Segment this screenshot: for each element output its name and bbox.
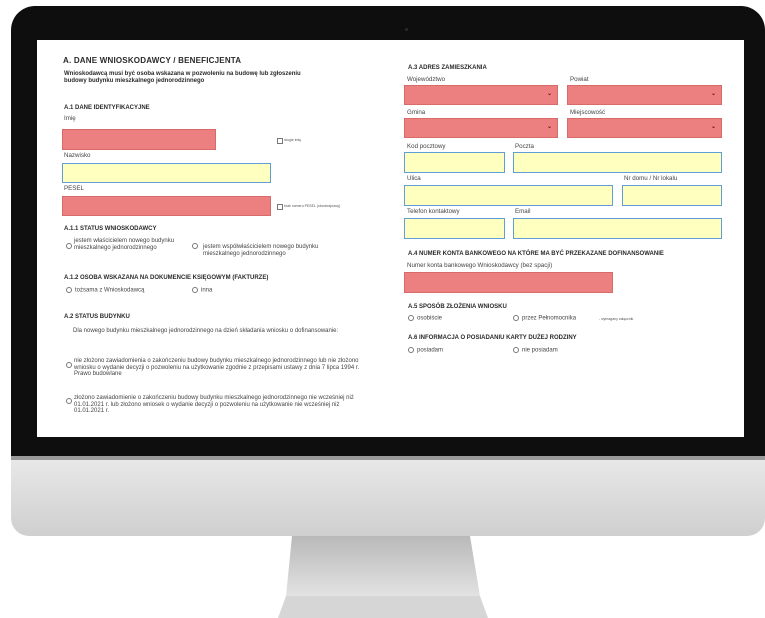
konto-field[interactable]: [404, 272, 613, 293]
a6-title: A.6 INFORMACJA O POSIADANIU KARTY DUŻEJ …: [408, 335, 577, 341]
telefon-field[interactable]: [404, 218, 505, 239]
a3-title: A.3 ADRES ZAMIESZKANIA: [408, 65, 487, 71]
konto-label: Numer konta bankowego Wnioskodawcy (bez …: [407, 262, 553, 269]
ulica-label: Ulica: [407, 175, 421, 182]
a1-title: A.1 DANE IDENTYFIKACYJNE: [64, 105, 150, 111]
karta-opt1-label: posiadam: [417, 347, 444, 354]
monitor-chin-edge: [11, 456, 765, 460]
osoba-opt2[interactable]: inna: [192, 287, 212, 294]
a11-title: A.1.1 STATUS WNIOSKODAWCY: [64, 226, 157, 232]
form-screen: A. DANE WNIOSKODAWCY / BENEFICJENTA Wnio…: [37, 40, 744, 437]
sposob-opt1-label: osobiście: [417, 315, 443, 322]
a2-opt1-label: nie złożono zawiadomienia o zakończeniu …: [74, 358, 360, 377]
section-a-title: A. DANE WNIOSKODAWCY / BENEFICJENTA: [63, 56, 242, 65]
wojewodztwo-label: Województwo: [407, 76, 446, 83]
sposob-opt2-label: przez Pełnomocnika: [522, 315, 577, 322]
radio-icon: [66, 242, 72, 249]
sposob-opt2[interactable]: przez Pełnomocnika: [513, 315, 576, 322]
osoba-opt1-label: tożsama z Wnioskodawcą: [75, 287, 145, 294]
nazwisko-label: Nazwisko: [64, 152, 91, 159]
nr-domu-field[interactable]: [622, 185, 722, 206]
gmina-select[interactable]: ⌄: [404, 118, 558, 138]
kod-field[interactable]: [404, 152, 505, 173]
status-opt2-radio[interactable]: [192, 237, 201, 255]
karta-opt1[interactable]: posiadam: [408, 347, 443, 354]
brak-pesel-checkbox[interactable]: [277, 204, 283, 210]
radio-icon: [66, 287, 72, 293]
radio-icon: [513, 315, 519, 321]
gmina-label: Gmina: [407, 109, 426, 116]
a2-intro: Dla nowego budynku mieszkalnego jednorod…: [73, 328, 339, 334]
kod-label: Kod pocztowy: [407, 143, 446, 150]
drugie-imie-checkbox[interactable]: [277, 138, 283, 144]
imie-field[interactable]: [62, 129, 216, 150]
nr-domu-label: Nr domu / Nr lokalu: [624, 175, 678, 182]
a5-title: A.5 SPOSÓB ZŁOŻENIA WNIOSKU: [408, 304, 507, 310]
nazwisko-field[interactable]: [62, 163, 271, 183]
radio-icon: [192, 242, 198, 249]
ulica-field[interactable]: [404, 185, 613, 206]
camera-dot: [405, 28, 408, 31]
pesel-label: PESEL: [64, 185, 84, 192]
miejscowosc-label: Miejscowość: [570, 109, 606, 116]
chevron-down-icon: ⌄: [546, 124, 552, 130]
a4-title: A.4 NUMER KONTA BANKOWEGO NA KTÓRE MA BY…: [408, 251, 664, 257]
radio-icon: [408, 315, 414, 321]
monitor-stand: [278, 536, 488, 618]
email-label: Email: [515, 208, 531, 215]
radio-icon: [192, 287, 198, 293]
radio-icon: [408, 347, 414, 353]
osoba-opt2-label: inna: [201, 287, 213, 294]
chevron-down-icon: ⌄: [710, 124, 716, 130]
wojewodztwo-select[interactable]: ⌄: [404, 85, 558, 105]
osoba-opt1[interactable]: tożsama z Wnioskodawcą: [66, 287, 144, 294]
sposob-opt1[interactable]: osobiście: [408, 315, 442, 322]
radio-icon: [66, 361, 72, 368]
a2-title: A.2 STATUS BUDYNKU: [64, 314, 130, 320]
intro-note: Wnioskodawcą musi być osoba wskazana w p…: [64, 71, 301, 84]
chevron-down-icon: ⌄: [546, 91, 552, 97]
karta-opt2-label: nie posiadam: [522, 347, 558, 354]
poczta-label: Poczta: [515, 143, 534, 150]
a12-title: A.1.2 OSOBA WSKAZANA NA DOKUMENCIE KSIĘG…: [64, 275, 269, 281]
email-field[interactable]: [513, 218, 722, 239]
powiat-select[interactable]: ⌄: [567, 85, 722, 105]
radio-icon: [66, 397, 72, 404]
drugie-imie-label: drugie imię: [284, 138, 302, 142]
poczta-field[interactable]: [513, 152, 722, 173]
status-opt1-label: jestem właścicielem nowego budynku miesz…: [74, 238, 175, 251]
pesel-field[interactable]: [62, 196, 271, 216]
a2-opt2-label: złożono zawiadomienie o zakończeniu budo…: [74, 395, 354, 414]
karta-opt2[interactable]: nie posiadam: [513, 347, 558, 354]
imie-label: Imię: [64, 115, 76, 122]
powiat-label: Powiat: [570, 76, 589, 83]
brak-pesel-label: brak numeru PESEL (obcokrajowcy): [284, 204, 341, 208]
monitor-chin: [11, 456, 765, 536]
chevron-down-icon: ⌄: [710, 91, 716, 97]
status-opt2-label: jestem współwłaścicielem nowego budynku …: [203, 244, 319, 257]
miejscowosc-select[interactable]: ⌄: [567, 118, 722, 138]
sposob-note: - wymagany załącznik: [599, 317, 634, 321]
telefon-label: Telefon kontaktowy: [407, 208, 460, 215]
radio-icon: [513, 347, 519, 353]
